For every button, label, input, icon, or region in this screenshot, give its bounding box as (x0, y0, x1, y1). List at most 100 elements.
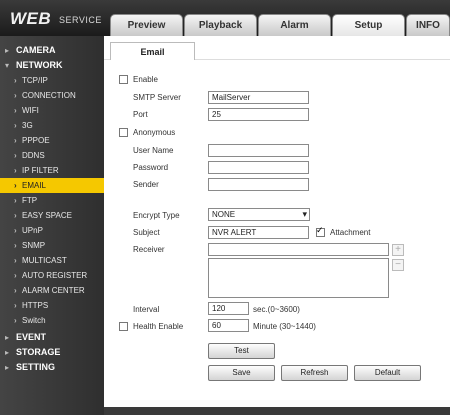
sidebar-item-auto-register[interactable]: › AUTO REGISTER (0, 268, 104, 283)
sidebar-item-ddns[interactable]: › DDNS (0, 148, 104, 163)
sidebar-section-event[interactable]: ▸ EVENT (0, 330, 104, 345)
sidebar-item-snmp[interactable]: › SNMP (0, 238, 104, 253)
port-label: Port (133, 110, 148, 119)
sidebar-item-ftp[interactable]: › FTP (0, 193, 104, 208)
sidebar-item-label: HTTPS (22, 301, 49, 310)
sidebar-section-setting[interactable]: ▸ SETTING (0, 360, 104, 375)
sidebar-item-label: Switch (22, 316, 46, 325)
minus-icon[interactable]: − (392, 259, 404, 271)
tab-playback[interactable]: Playback (184, 14, 257, 36)
sender-label: Sender (133, 180, 159, 189)
smtp-server-input[interactable]: MailServer (208, 91, 309, 104)
enable-checkbox[interactable] (119, 75, 128, 84)
sidebar-item-label: ALARM CENTER (22, 286, 85, 295)
receiver-input[interactable] (208, 243, 389, 256)
chevron-right-icon: › (14, 181, 17, 190)
sidebar-item-pppoe[interactable]: › PPPOE (0, 133, 104, 148)
chevron-right-icon: › (14, 106, 17, 115)
chevron-right-icon: › (14, 136, 17, 145)
sidebar-item-https[interactable]: › HTTPS (0, 298, 104, 313)
sidebar-item-label: FTP (22, 196, 38, 205)
interval-input[interactable]: 120 (208, 302, 249, 315)
enable-label: Enable (133, 75, 158, 84)
sidebar-item-alarm-center[interactable]: › ALARM CENTER (0, 283, 104, 298)
attachment-checkbox[interactable] (316, 225, 325, 237)
password-input[interactable] (208, 161, 309, 174)
chevron-right-icon: ▸ (5, 348, 10, 357)
health-enable-checkbox[interactable] (119, 322, 128, 331)
smtp-server-label: SMTP Server (133, 93, 181, 102)
sidebar-item-label: WIFI (22, 106, 39, 115)
receiver-label: Receiver (133, 245, 165, 254)
sidebar-section-label: STORAGE (16, 347, 61, 357)
sidebar-section-label: SETTING (16, 362, 56, 372)
chevron-right-icon: › (14, 151, 17, 160)
interval-label: Interval (133, 305, 160, 314)
refresh-button[interactable]: Refresh (281, 365, 348, 381)
tab-preview[interactable]: Preview (110, 14, 183, 36)
sidebar-item-label: EMAIL (22, 181, 47, 190)
sidebar-item-label: CONNECTION (22, 91, 76, 100)
receiver-list[interactable] (208, 258, 389, 298)
sidebar-item-tcpip[interactable]: › TCP/IP (0, 73, 104, 88)
default-button[interactable]: Default (354, 365, 421, 381)
chevron-right-icon: › (14, 76, 17, 85)
sidebar-item-label: IP FILTER (22, 166, 59, 175)
sidebar-item-ip-filter[interactable]: › IP FILTER (0, 163, 104, 178)
sidebar-section-label: NETWORK (16, 60, 63, 70)
sidebar-item-label: MULTICAST (22, 256, 67, 265)
sidebar-item-upnp[interactable]: › UPnP (0, 223, 104, 238)
sidebar-section-network[interactable]: ▾ NETWORK (0, 58, 104, 73)
anonymous-checkbox[interactable] (119, 128, 128, 137)
chevron-right-icon: › (14, 286, 17, 295)
footer-bar (104, 407, 450, 415)
encrypt-type-value: NONE (212, 210, 236, 219)
sidebar-item-label: DDNS (22, 151, 45, 160)
chevron-right-icon: ▸ (5, 46, 10, 55)
test-button[interactable]: Test (208, 343, 275, 359)
encrypt-type-select[interactable]: NONE ▾ (208, 208, 310, 221)
sidebar-item-label: 3G (22, 121, 33, 130)
tab-alarm[interactable]: Alarm (258, 14, 331, 36)
sidebar-item-easy-space[interactable]: › EASY SPACE (0, 208, 104, 223)
sidebar-item-multicast[interactable]: › MULTICAST (0, 253, 104, 268)
chevron-right-icon: › (14, 196, 17, 205)
chevron-right-icon: › (14, 241, 17, 250)
sender-input[interactable] (208, 178, 309, 191)
subject-input[interactable]: NVR ALERT (208, 226, 309, 239)
anonymous-label: Anonymous (133, 128, 176, 137)
subject-label: Subject (133, 228, 160, 237)
chevron-right-icon: › (14, 91, 17, 100)
tab-setup[interactable]: Setup (332, 14, 405, 36)
chevron-right-icon: › (14, 121, 17, 130)
tab-info[interactable]: INFO (406, 14, 450, 36)
sidebar-item-connection[interactable]: › CONNECTION (0, 88, 104, 103)
username-input[interactable] (208, 144, 309, 157)
sidebar-item-label: SNMP (22, 241, 46, 250)
sidebar-item-3g[interactable]: › 3G (0, 118, 104, 133)
sidebar-section-storage[interactable]: ▸ STORAGE (0, 345, 104, 360)
logo-web: WEB (10, 9, 52, 28)
username-label: User Name (133, 146, 174, 155)
chevron-right-icon: › (14, 166, 17, 175)
sidebar-item-wifi[interactable]: › WIFI (0, 103, 104, 118)
plus-icon[interactable]: + (392, 244, 404, 256)
chevron-right-icon: › (14, 301, 17, 310)
sidebar-item-switch[interactable]: › Switch (0, 313, 104, 328)
interval-hint: sec.(0~3600) (253, 305, 300, 314)
sidebar-section-label: CAMERA (16, 45, 56, 55)
sidebar-item-label: EASY SPACE (22, 211, 72, 220)
attachment-label: Attachment (330, 228, 371, 237)
top-header: WEB SERVICE Preview Playback Alarm Setup… (0, 0, 450, 36)
sidebar-section-camera[interactable]: ▸ CAMERA (0, 43, 104, 58)
tab-email[interactable]: Email (110, 42, 195, 60)
save-button[interactable]: Save (208, 365, 275, 381)
health-hint: Minute (30~1440) (253, 322, 316, 331)
chevron-down-icon: ▾ (5, 61, 10, 70)
logo-service: SERVICE (59, 15, 102, 25)
chevron-right-icon: › (14, 256, 17, 265)
sidebar-item-email[interactable]: › EMAIL (0, 178, 104, 193)
health-interval-input[interactable]: 60 (208, 319, 249, 332)
port-input[interactable]: 25 (208, 108, 309, 121)
chevron-right-icon: › (14, 211, 17, 220)
